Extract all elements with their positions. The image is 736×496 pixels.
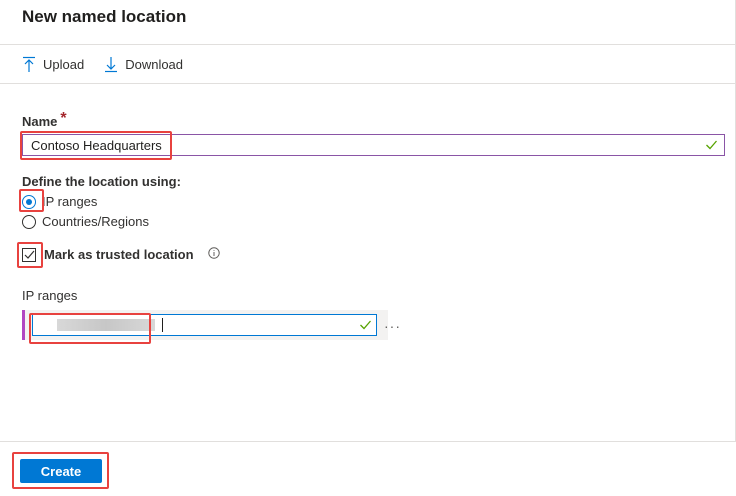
text-cursor — [162, 318, 163, 332]
checkmark-icon — [24, 250, 34, 259]
upload-label: Upload — [43, 57, 85, 72]
title-divider — [0, 44, 736, 45]
define-location-label: Define the location using: — [22, 174, 181, 189]
footer-divider — [0, 441, 736, 442]
new-named-location-panel: New named location Upload Download Name *… — [0, 0, 736, 496]
download-label: Download — [125, 57, 184, 72]
toolbar-divider — [0, 83, 736, 84]
ip-range-row: ··· — [22, 310, 400, 340]
upload-button[interactable]: Upload — [22, 56, 84, 73]
radio-ip-ranges-label: IP ranges — [42, 194, 98, 209]
radio-ip-ranges-control[interactable] — [22, 194, 36, 209]
valid-check-icon — [705, 138, 718, 156]
radio-ip-ranges[interactable]: IP ranges — [22, 194, 97, 209]
trusted-location-checkbox-row[interactable]: Mark as trusted location — [22, 247, 220, 262]
toolbar: Upload Download — [22, 56, 183, 73]
row-accent-bar — [22, 310, 25, 340]
ip-ranges-label: IP ranges — [22, 288, 78, 303]
name-field-label: Name * — [22, 110, 67, 131]
name-label-text: Name — [22, 114, 58, 129]
trusted-location-label: Mark as trusted location — [44, 247, 194, 262]
radio-countries-regions-label: Countries/Regions — [42, 214, 149, 229]
download-icon — [104, 56, 118, 73]
name-input-value: Contoso Headquarters — [31, 137, 162, 153]
redacted-ip-value — [57, 319, 155, 331]
create-button[interactable]: Create — [20, 459, 102, 483]
trusted-location-checkbox[interactable] — [22, 247, 36, 262]
page-title: New named location — [22, 7, 187, 26]
radio-countries-regions[interactable]: Countries/Regions — [22, 214, 149, 229]
required-marker: * — [60, 110, 67, 127]
upload-icon — [22, 56, 36, 73]
ip-range-input[interactable] — [32, 314, 377, 336]
info-icon[interactable] — [207, 247, 220, 262]
more-options-icon[interactable]: ··· — [384, 318, 401, 334]
download-button[interactable]: Download — [104, 56, 183, 73]
name-input[interactable]: Contoso Headquarters — [22, 134, 725, 156]
radio-countries-regions-control[interactable] — [22, 214, 36, 229]
valid-check-icon — [359, 318, 372, 336]
